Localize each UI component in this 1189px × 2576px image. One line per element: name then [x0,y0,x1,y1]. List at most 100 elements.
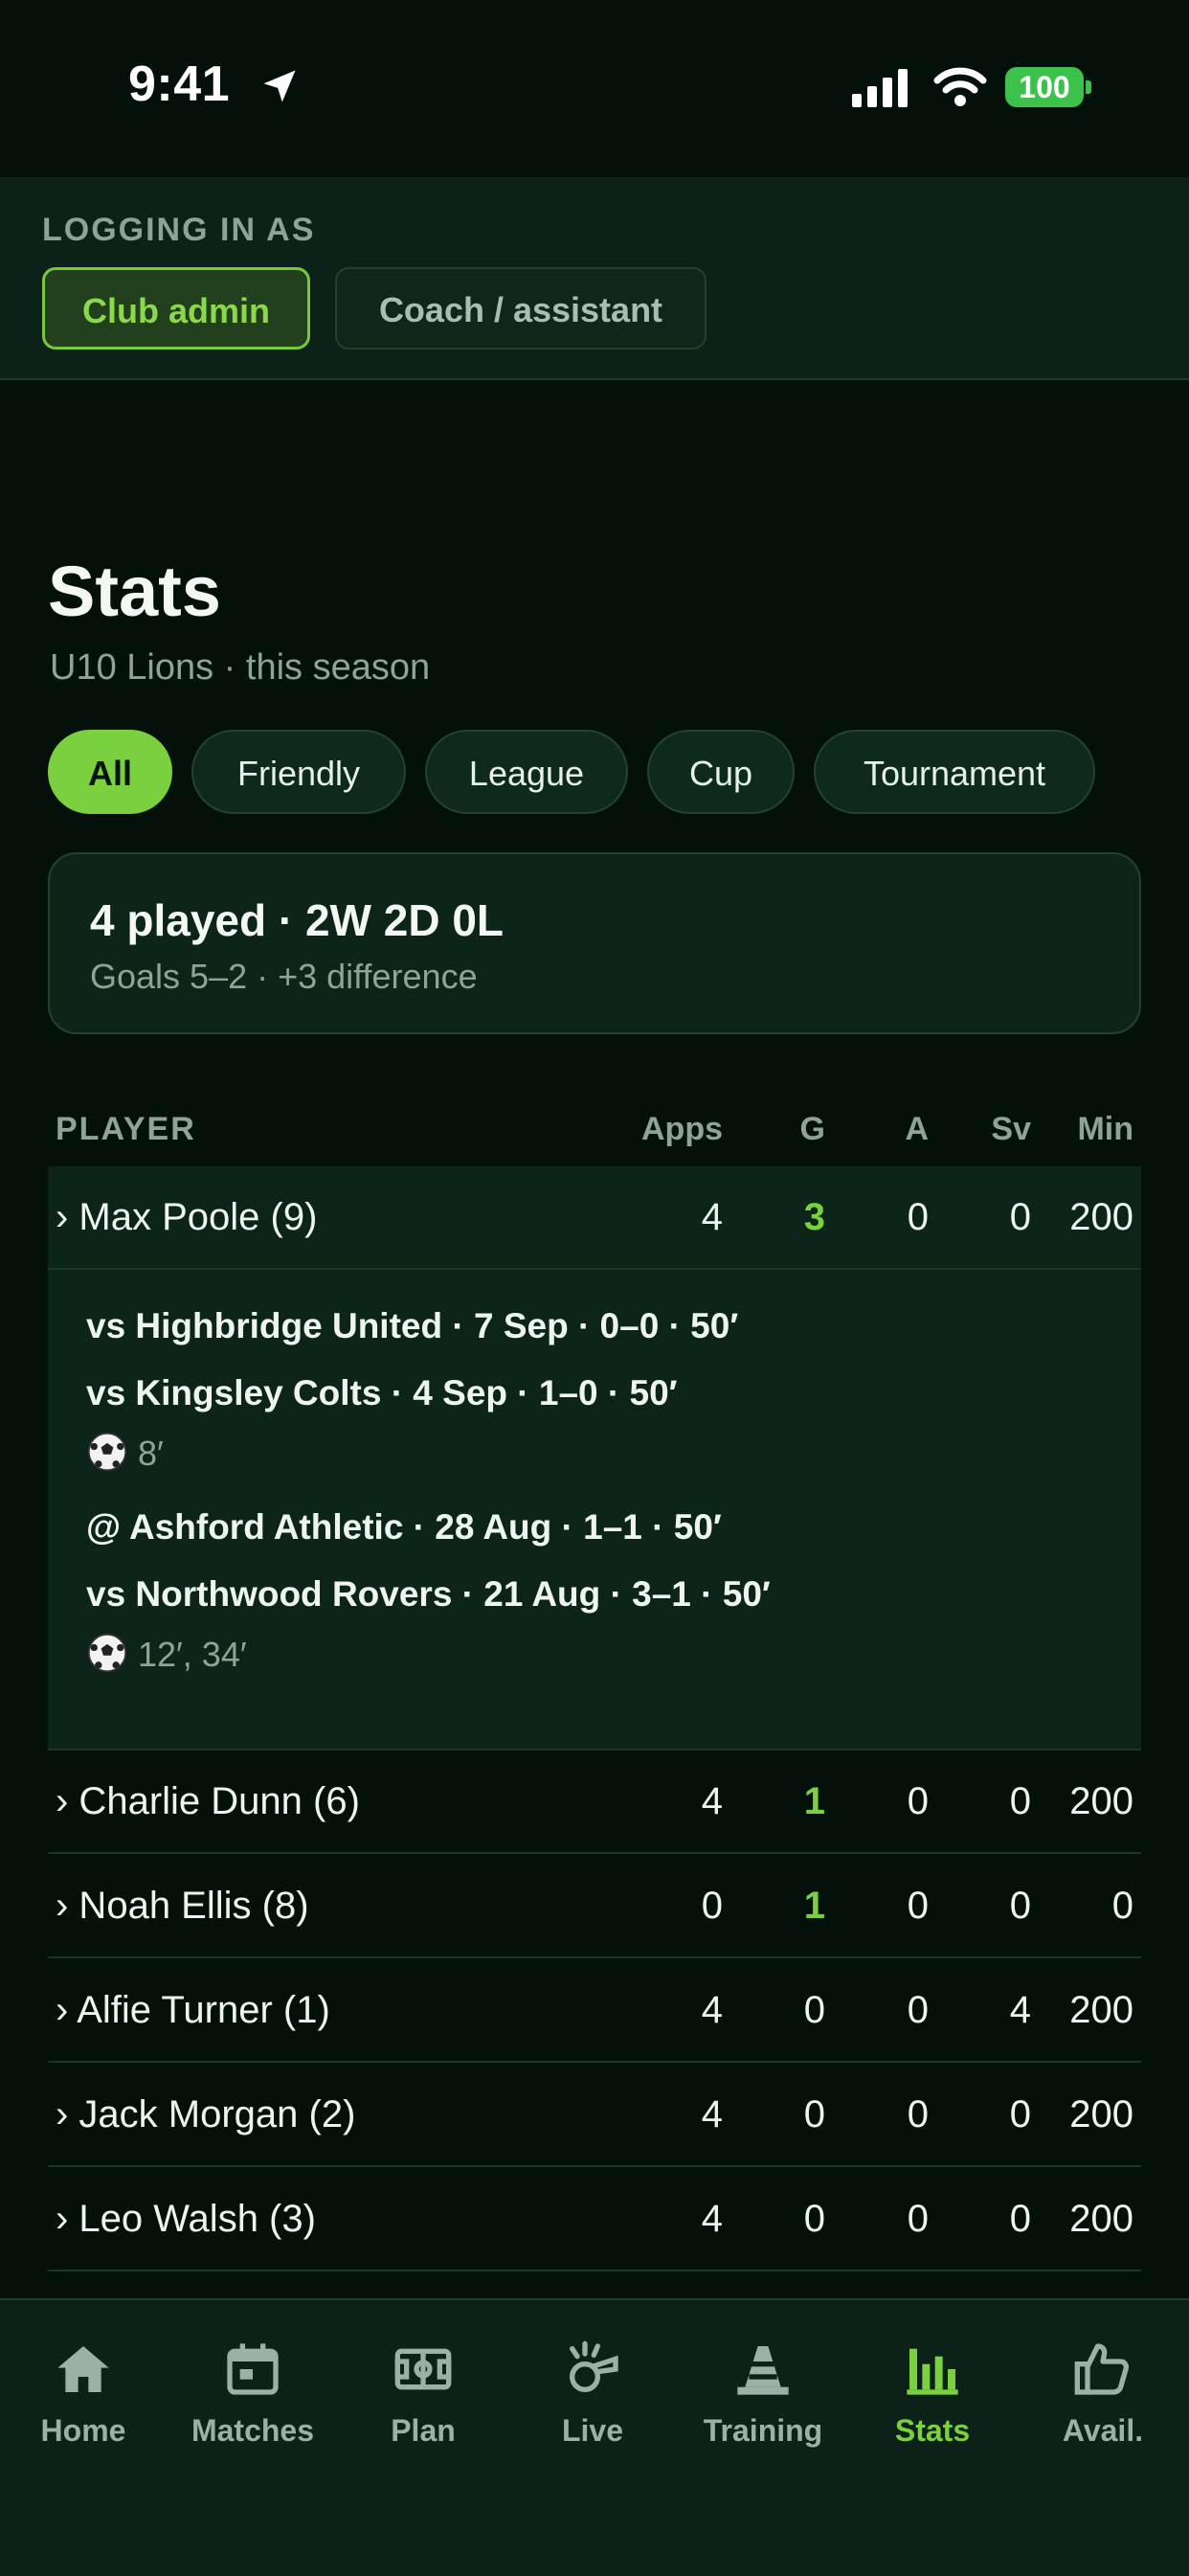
location-arrow-icon [258,65,301,112]
status-bar: 9:41 100 [0,0,1189,177]
player-saves: 0 [1009,1196,1031,1238]
tab-label: Home [40,2413,126,2448]
goal-minutes: 12′, 34′ [138,1635,247,1675]
login-role-bar: LOGGING IN AS Club admin Coach / assista… [0,177,1189,380]
battery-indicator: 100 [1005,67,1084,107]
page-title: Stats [48,552,221,631]
header-apps[interactable]: Apps [641,1111,723,1148]
player-apps: 4 [701,1780,723,1822]
player-minutes: 0 [1111,1885,1133,1927]
table-row[interactable]: › Charlie Dunn (6) 4 1 0 0 200 [48,1751,1141,1854]
stats-table-header: PLAYER Apps G A Sv Min [48,1101,1141,1159]
tab-stats[interactable]: Stats [851,2339,1014,2449]
tab-label: Avail. [1062,2413,1144,2448]
match-line: vs Northwood Rovers · 21 Aug · 3–1 · 50′ [86,1574,771,1614]
header-saves[interactable]: Sv [991,1111,1031,1148]
table-row[interactable]: › Leo Walsh (3) 4 0 0 0 200 [48,2168,1141,2271]
player-saves: 0 [1009,2198,1031,2240]
tab-training[interactable]: Training [682,2339,844,2449]
header-goals[interactable]: G [800,1111,825,1148]
player-goals: 1 [803,1885,825,1927]
calendar-icon [171,2339,334,2400]
match-line: @ Ashford Athletic · 28 Aug · 1–1 · 50′ [86,1507,722,1547]
match-goals: 8′ [86,1431,164,1481]
player-name: › Jack Morgan (2) [56,2093,356,2135]
player-assists: 0 [907,2093,929,2135]
player-saves: 0 [1009,1780,1031,1822]
tab-label: Training [703,2413,823,2448]
player-name: › Charlie Dunn (6) [56,1780,360,1822]
goal-minutes: 8′ [138,1434,164,1474]
tab-home[interactable]: Home [2,2339,165,2449]
player-name: › Alfie Turner (1) [56,1989,330,2031]
player-apps: 4 [701,1196,723,1238]
player-minutes: 200 [1069,2093,1133,2135]
player-assists: 0 [907,1780,929,1822]
filter-chip-friendly[interactable]: Friendly [191,730,406,814]
table-row[interactable]: › Jack Morgan (2) 4 0 0 0 200 [48,2064,1141,2167]
player-goals: 0 [803,2093,825,2135]
wifi-icon [933,67,987,112]
soccer-ball-icon [86,1431,128,1481]
player-minutes: 200 [1069,1780,1133,1822]
header-player: PLAYER [56,1111,196,1147]
table-row[interactable]: › Alfie Turner (1) 4 0 0 4 200 [48,1959,1141,2063]
player-minutes: 200 [1069,2198,1133,2240]
filter-chip-cup[interactable]: Cup [647,730,795,814]
player-assists: 0 [907,1196,929,1238]
filter-chip-tournament[interactable]: Tournament [814,730,1095,814]
bottom-tab-bar: Home Matches Plan Live Training Stats Av… [0,2298,1189,2576]
thumbs-up-icon [1021,2339,1184,2400]
player-assists: 0 [907,1989,929,2031]
match-goals: 12′, 34′ [86,1632,247,1683]
player-name: › Max Poole (9) [56,1196,318,1238]
status-time: 9:41 [128,56,231,112]
player-goals: 0 [803,1989,825,2031]
battery-nub [1086,80,1091,94]
cellular-signal-icon [852,69,913,112]
filter-chip-all[interactable]: All [48,730,172,814]
player-minutes: 200 [1069,1196,1133,1238]
player-match-detail: vs Highbridge United · 7 Sep · 0–0 · 50′… [48,1270,1141,1751]
pitch-icon [342,2339,505,2400]
filter-chip-league[interactable]: League [425,730,628,814]
tab-availability[interactable]: Avail. [1021,2339,1184,2449]
player-saves: 0 [1009,1885,1031,1927]
player-apps: 4 [701,2093,723,2135]
player-apps: 0 [701,1885,723,1927]
player-apps: 4 [701,1989,723,2031]
player-name: › Leo Walsh (3) [56,2198,316,2240]
tab-plan[interactable]: Plan [342,2339,505,2449]
tab-label: Stats [894,2413,971,2448]
player-apps: 4 [701,2198,723,2240]
whistle-icon [511,2339,674,2400]
role-coach-button[interactable]: Coach / assistant [335,267,707,350]
player-assists: 0 [907,2198,929,2240]
player-minutes: 200 [1069,1989,1133,2031]
role-club-admin-button[interactable]: Club admin [42,267,310,350]
player-goals: 3 [803,1196,825,1238]
table-row[interactable]: › Noah Ellis (8) 0 1 0 0 0 [48,1855,1141,1958]
tab-label: Live [561,2413,624,2448]
soccer-ball-icon [86,1632,128,1683]
match-line: vs Highbridge United · 7 Sep · 0–0 · 50′ [86,1306,739,1345]
header-assists[interactable]: A [905,1111,929,1148]
tab-matches[interactable]: Matches [171,2339,334,2449]
header-minutes[interactable]: Min [1077,1111,1133,1148]
summary-goals: Goals 5–2 · +3 difference [90,957,478,996]
match-line: vs Kingsley Colts · 4 Sep · 1–0 · 50′ [86,1373,678,1412]
player-name: › Noah Ellis (8) [56,1885,309,1927]
bar-chart-icon [851,2339,1014,2400]
player-saves: 0 [1009,2093,1031,2135]
tab-live[interactable]: Live [511,2339,674,2449]
player-goals: 0 [803,2198,825,2240]
player-saves: 4 [1009,1989,1031,2031]
home-icon [2,2339,165,2400]
player-assists: 0 [907,1885,929,1927]
table-row[interactable]: › Max Poole (9) 4 3 0 0 200 [48,1166,1141,1270]
tab-label: Matches [191,2413,315,2448]
season-summary-card: 4 played · 2W 2D 0L Goals 5–2 · +3 diffe… [48,852,1141,1034]
summary-record: 4 played · 2W 2D 0L [90,895,505,945]
login-title: LOGGING IN AS [42,212,316,248]
tab-label: Plan [391,2413,456,2448]
